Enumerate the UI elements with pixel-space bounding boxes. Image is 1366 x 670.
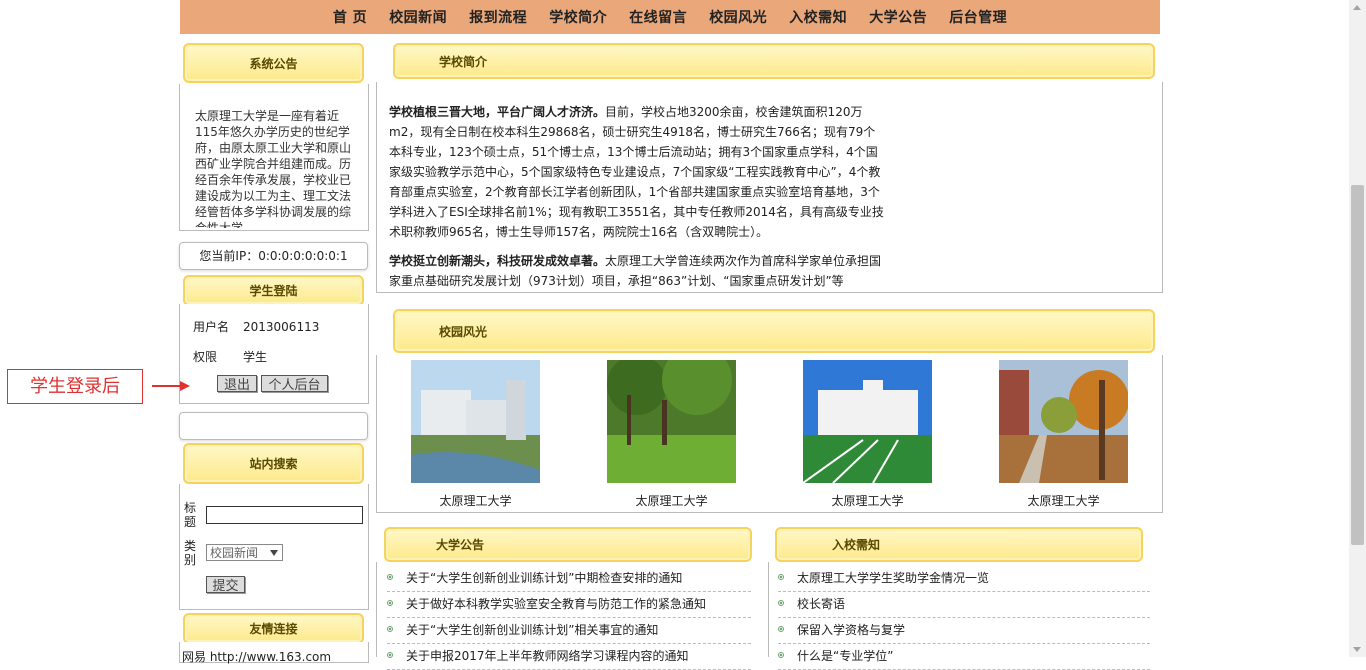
bullet-icon (387, 574, 393, 580)
search-title-label: 标题 (184, 501, 197, 529)
notice-text: 太原理工大学是一座有着近115年悠久办学历史的世纪学府，由原太原工业大学和原山西… (195, 109, 352, 228)
gallery-caption-1: 太原理工大学 (439, 494, 512, 508)
gallery-caption-3: 太原理工大学 (831, 494, 904, 508)
announcements-list: 关于“大学生创新创业训练计划”中期检查安排的通知 关于做好本科教学实验室安全教育… (387, 566, 751, 670)
list-item[interactable]: 关于“大学生创新创业训练计划”中期检查安排的通知 (387, 566, 751, 592)
gallery-photo-2[interactable] (607, 360, 736, 483)
role-label: 权限 (193, 350, 218, 364)
gallery-header: 校园风光 (393, 309, 1155, 353)
search-category-select[interactable]: 校园新闻 (206, 544, 283, 561)
bullet-icon (778, 600, 784, 606)
username-label: 用户名 (193, 320, 230, 334)
list-item[interactable]: 保留入学资格与复学 (778, 618, 1150, 644)
scroll-down-icon[interactable] (1353, 647, 1361, 652)
entry-notice-title[interactable]: 什么是“专业学位” (797, 644, 893, 668)
list-item[interactable]: 关于做好本科教学实验室安全教育与防范工作的紧急通知 (387, 592, 751, 618)
friend-links-header: 友情连接 (183, 613, 364, 644)
entry-notice-border (768, 562, 769, 657)
top-nav: 首 页 校园新闻 报到流程 学校简介 在线留言 校园风光 入校需知 大学公告 后… (180, 0, 1160, 34)
nav-entry-notice[interactable]: 入校需知 (789, 7, 847, 27)
role-row: 权限 学生 (193, 348, 267, 365)
gallery-photo-3[interactable] (803, 360, 932, 483)
gallery-caption-2: 太原理工大学 (635, 494, 708, 508)
entry-notice-header: 入校需知 (775, 527, 1143, 562)
intro-header: 学校简介 (393, 43, 1155, 79)
nav-announcements[interactable]: 大学公告 (869, 7, 927, 27)
annotation-arrow-line (152, 385, 180, 387)
notice-header: 系统公告 (183, 43, 364, 83)
search-submit-button[interactable]: 提交 (206, 576, 245, 593)
scroll-up-icon[interactable] (1353, 5, 1361, 10)
entry-notice-list: 太原理工大学学生奖助学金情况一览 校长寄语 保留入学资格与复学 什么是“专业学位… (778, 566, 1150, 670)
search-header: 站内搜索 (183, 443, 364, 484)
announcement-title[interactable]: 关于“大学生创新创业训练计划”相关事宜的通知 (406, 618, 658, 642)
annotation-label: 学生登录后 (7, 369, 143, 404)
gallery-caption-4: 太原理工大学 (1027, 494, 1100, 508)
list-item[interactable]: 关于“大学生创新创业训练计划”相关事宜的通知 (387, 618, 751, 644)
chevron-down-icon (270, 550, 278, 556)
list-item[interactable]: 太原理工大学学生奖助学金情况一览 (778, 566, 1150, 592)
bullet-icon (778, 652, 784, 658)
intro-p1-body: 目前，学校占地3200余亩，校舍建筑面积120万m2，现有全日制在校本科生298… (389, 105, 884, 239)
announcements-header: 大学公告 (384, 527, 752, 562)
nav-home[interactable]: 首 页 (333, 7, 367, 27)
username-value: 2013006113 (243, 320, 320, 334)
arrow-right-icon (180, 381, 190, 391)
logout-button[interactable]: 退出 (217, 375, 257, 392)
entry-notice-title[interactable]: 太原理工大学学生奖助学金情况一览 (797, 566, 989, 590)
search-title-input[interactable] (206, 506, 363, 524)
nav-campus-scenery[interactable]: 校园风光 (709, 7, 767, 27)
scroll-thumb[interactable] (1351, 185, 1364, 545)
intro-text: 学校植根三晋大地，平台广阔人才济济。目前，学校占地3200余亩，校舍建筑面积12… (389, 102, 884, 290)
intro-p2-lead: 学校挺立创新潮头，科技研发成效卓著。 (389, 254, 606, 268)
nav-registration[interactable]: 报到流程 (469, 7, 527, 27)
blank-panel (179, 412, 368, 440)
announcement-title[interactable]: 关于做好本科教学实验室安全教育与防范工作的紧急通知 (406, 592, 706, 616)
bullet-icon (778, 626, 784, 632)
entry-notice-title[interactable]: 保留入学资格与复学 (797, 618, 905, 642)
gallery-photo-4[interactable] (999, 360, 1128, 483)
list-item[interactable]: 关于申报2017年上半年教师网络学习课程内容的通知 (387, 644, 751, 670)
nav-admin[interactable]: 后台管理 (949, 7, 1007, 27)
nav-campus-news[interactable]: 校园新闻 (389, 7, 447, 27)
entry-notice-title[interactable]: 校长寄语 (797, 592, 845, 616)
login-header: 学生登陆 (183, 275, 364, 306)
list-item[interactable]: 什么是“专业学位” (778, 644, 1150, 670)
ip-display: 您当前IP：0:0:0:0:0:0:0:1 (179, 242, 368, 270)
bullet-icon (387, 652, 393, 658)
list-item[interactable]: 校长寄语 (778, 592, 1150, 618)
personal-center-button[interactable]: 个人后台 (261, 375, 328, 392)
announcement-title[interactable]: 关于“大学生创新创业训练计划”中期检查安排的通知 (406, 566, 682, 590)
intro-p1-lead: 学校植根三晋大地，平台广阔人才济济。 (389, 105, 606, 119)
bullet-icon (387, 600, 393, 606)
intro-paragraph-2: 学校挺立创新潮头，科技研发成效卓著。太原理工大学曾连续两次作为首席科学家单位承担… (389, 251, 884, 290)
gallery-photo-1[interactable] (411, 360, 540, 483)
intro-paragraph-1: 学校植根三晋大地，平台广阔人才济济。目前，学校占地3200余亩，校舍建筑面积12… (389, 102, 884, 242)
page-scrollbar[interactable] (1349, 0, 1366, 657)
search-category-label: 类别 (184, 539, 197, 567)
role-value: 学生 (243, 350, 268, 364)
search-category-value: 校园新闻 (210, 546, 259, 560)
bullet-icon (778, 574, 784, 580)
nav-message[interactable]: 在线留言 (629, 7, 687, 27)
announcement-title[interactable]: 关于申报2017年上半年教师网络学习课程内容的通知 (406, 644, 689, 668)
nav-school-intro[interactable]: 学校简介 (549, 7, 607, 27)
announcements-border (376, 562, 377, 657)
bullet-icon (387, 626, 393, 632)
username-row: 用户名 2013006113 (193, 318, 319, 335)
